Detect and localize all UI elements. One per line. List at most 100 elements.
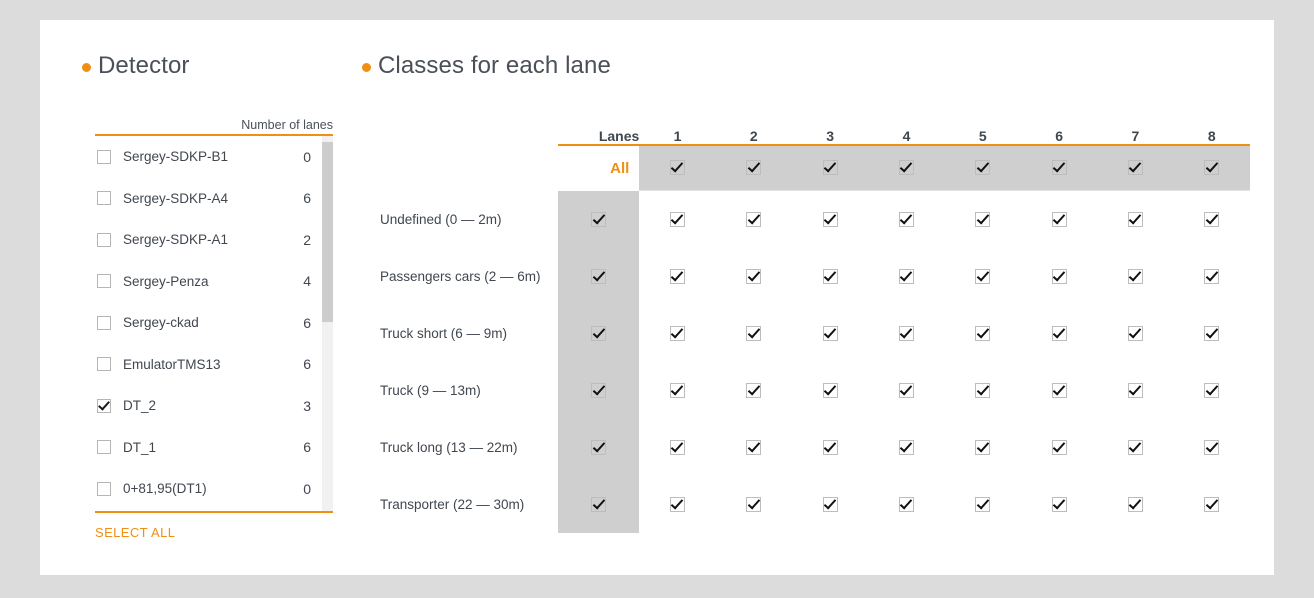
lane-checkbox[interactable] xyxy=(1127,211,1143,227)
class-lane-cell-8[interactable] xyxy=(1174,419,1250,476)
class-all-checkbox[interactable] xyxy=(591,211,607,227)
detector-list-item[interactable]: DT_2 3 xyxy=(95,385,333,427)
lane-checkbox[interactable] xyxy=(746,382,762,398)
class-lane-cell-7[interactable] xyxy=(1097,419,1173,476)
class-lane-cell-7[interactable] xyxy=(1097,191,1173,248)
class-lane-cell-3[interactable] xyxy=(792,248,868,305)
class-lane-cell-2[interactable] xyxy=(716,476,792,533)
class-lane-cell-6[interactable] xyxy=(1021,419,1097,476)
class-all-checkbox[interactable] xyxy=(591,325,607,341)
class-lane-cell-3[interactable] xyxy=(792,362,868,419)
class-all-checkbox[interactable] xyxy=(591,268,607,284)
lane-checkbox[interactable] xyxy=(975,268,991,284)
class-lane-cell-3[interactable] xyxy=(792,305,868,362)
class-lane-cell-8[interactable] xyxy=(1174,191,1250,248)
all-lane-cell-8[interactable] xyxy=(1173,146,1250,190)
lane-checkbox[interactable] xyxy=(975,439,991,455)
detector-list-scrollbar-thumb[interactable] xyxy=(322,142,333,322)
lane-checkbox[interactable] xyxy=(746,268,762,284)
lane-checkbox[interactable] xyxy=(669,382,685,398)
class-all-cell[interactable] xyxy=(557,476,640,533)
class-lane-cell-1[interactable] xyxy=(639,191,715,248)
detector-list[interactable]: Sergey-SDKP-B1 0 Sergey-SDKP-A4 6 Sergey-SDK… xyxy=(95,136,333,511)
class-all-cell[interactable] xyxy=(557,362,640,419)
all-lane-cell-1[interactable] xyxy=(639,146,716,190)
detector-list-item[interactable]: Sergey-SDKP-A4 6 xyxy=(95,178,333,220)
class-lane-cell-4[interactable] xyxy=(868,248,944,305)
detector-checkbox[interactable] xyxy=(97,232,111,247)
detector-checkbox[interactable] xyxy=(97,357,111,372)
class-lane-cell-6[interactable] xyxy=(1021,191,1097,248)
lane-checkbox[interactable] xyxy=(1127,382,1143,398)
class-lane-cell-2[interactable] xyxy=(716,419,792,476)
detector-list-item[interactable]: 0+81,95(DT1) 0 xyxy=(95,468,333,510)
lane-checkbox[interactable] xyxy=(1051,268,1067,284)
all-lane-cell-6[interactable] xyxy=(1020,146,1098,190)
lane-checkbox[interactable] xyxy=(898,211,914,227)
lane-checkbox[interactable] xyxy=(1204,211,1220,227)
lane-checkbox[interactable] xyxy=(669,160,685,176)
lane-checkbox[interactable] xyxy=(898,160,914,176)
lane-checkbox[interactable] xyxy=(822,268,838,284)
lane-checkbox[interactable] xyxy=(746,160,762,176)
lane-checkbox[interactable] xyxy=(1051,325,1067,341)
lane-checkbox[interactable] xyxy=(822,382,838,398)
lane-checkbox[interactable] xyxy=(898,496,914,512)
class-lane-cell-6[interactable] xyxy=(1021,305,1097,362)
detector-checkbox[interactable] xyxy=(97,191,111,206)
class-lane-cell-2[interactable] xyxy=(716,305,792,362)
class-lane-cell-5[interactable] xyxy=(945,419,1021,476)
class-lane-cell-5[interactable] xyxy=(945,476,1021,533)
lane-checkbox[interactable] xyxy=(898,439,914,455)
all-lane-cell-7[interactable] xyxy=(1097,146,1174,190)
lane-checkbox[interactable] xyxy=(1127,439,1143,455)
lane-checkbox[interactable] xyxy=(1204,496,1220,512)
lane-checkbox[interactable] xyxy=(1051,211,1067,227)
lane-checkbox[interactable] xyxy=(898,382,914,398)
detector-checkbox[interactable] xyxy=(97,440,111,455)
class-lane-cell-8[interactable] xyxy=(1174,362,1250,419)
lane-checkbox[interactable] xyxy=(975,160,991,176)
lane-checkbox[interactable] xyxy=(746,325,762,341)
lane-checkbox[interactable] xyxy=(669,325,685,341)
class-lane-cell-5[interactable] xyxy=(945,248,1021,305)
lane-checkbox[interactable] xyxy=(898,268,914,284)
lane-checkbox[interactable] xyxy=(975,496,991,512)
lane-checkbox[interactable] xyxy=(1127,160,1143,176)
lane-checkbox[interactable] xyxy=(669,496,685,512)
lane-checkbox[interactable] xyxy=(1127,496,1143,512)
detector-list-item[interactable]: DT_1 6 xyxy=(95,427,333,469)
detector-list-item[interactable]: Sergey-SDKP-A1 2 xyxy=(95,219,333,261)
class-lane-cell-7[interactable] xyxy=(1097,476,1173,533)
class-lane-cell-8[interactable] xyxy=(1174,248,1250,305)
class-lane-cell-5[interactable] xyxy=(945,362,1021,419)
class-lane-cell-1[interactable] xyxy=(639,305,715,362)
class-lane-cell-4[interactable] xyxy=(868,362,944,419)
lane-checkbox[interactable] xyxy=(975,211,991,227)
lane-checkbox[interactable] xyxy=(1051,496,1067,512)
class-lane-cell-8[interactable] xyxy=(1174,476,1250,533)
lane-checkbox[interactable] xyxy=(822,211,838,227)
lane-checkbox[interactable] xyxy=(1127,325,1143,341)
lane-checkbox[interactable] xyxy=(822,439,838,455)
detector-list-scrollbar[interactable] xyxy=(322,136,333,511)
class-lane-cell-1[interactable] xyxy=(639,476,715,533)
class-lane-cell-5[interactable] xyxy=(945,191,1021,248)
lane-checkbox[interactable] xyxy=(975,382,991,398)
class-lane-cell-3[interactable] xyxy=(792,419,868,476)
lane-checkbox[interactable] xyxy=(1204,439,1220,455)
class-lane-cell-1[interactable] xyxy=(639,419,715,476)
class-lane-cell-3[interactable] xyxy=(792,476,868,533)
lane-checkbox[interactable] xyxy=(898,325,914,341)
detector-checkbox[interactable] xyxy=(97,274,111,289)
lane-checkbox[interactable] xyxy=(1051,382,1067,398)
class-all-checkbox[interactable] xyxy=(591,496,607,512)
class-lane-cell-8[interactable] xyxy=(1174,305,1250,362)
class-lane-cell-2[interactable] xyxy=(716,362,792,419)
lane-checkbox[interactable] xyxy=(669,439,685,455)
class-lane-cell-6[interactable] xyxy=(1021,476,1097,533)
lane-checkbox[interactable] xyxy=(1204,325,1220,341)
lane-checkbox[interactable] xyxy=(669,211,685,227)
class-lane-cell-5[interactable] xyxy=(945,305,1021,362)
lane-checkbox[interactable] xyxy=(1051,439,1067,455)
